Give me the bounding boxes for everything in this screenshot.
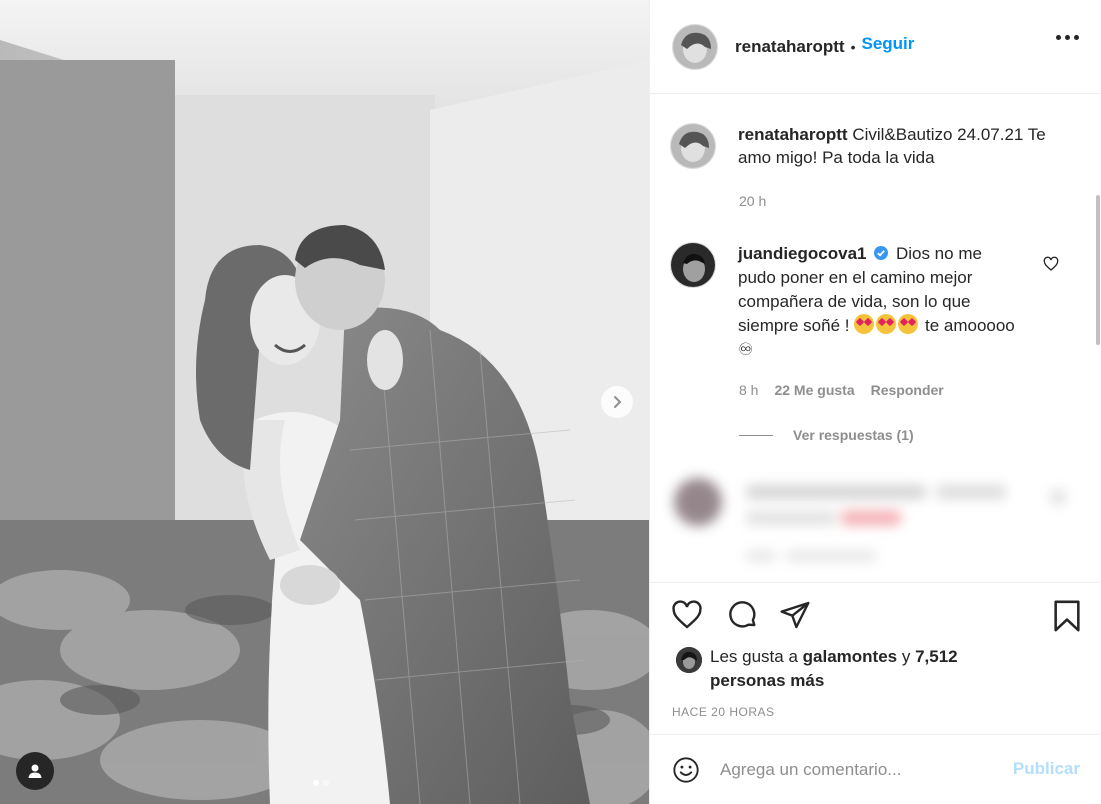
post-photo[interactable]: [0, 0, 649, 804]
comment-text-block: juandiegocova1 Dios no me pudo poner en …: [738, 242, 1018, 362]
heart-eyes-emoji-icon: [854, 314, 875, 334]
caption-avatar[interactable]: [670, 123, 716, 169]
commenter-username[interactable]: juandiegocova1: [738, 244, 866, 263]
carousel-indicator: [313, 780, 329, 786]
post-sidebar: renataharoptt • Seguir renataharoptt Civ…: [649, 0, 1101, 804]
comment-meta: 8 h 22 Me gusta Responder: [739, 382, 944, 398]
likes-prefix: Les gusta a: [710, 647, 798, 666]
comment-likes[interactable]: 22 Me gusta: [774, 382, 854, 398]
emoji-icon[interactable]: [672, 756, 700, 784]
tagged-users-button[interactable]: [16, 752, 54, 790]
follow-button[interactable]: Seguir: [861, 34, 914, 54]
caption-time[interactable]: 20 h: [739, 193, 766, 209]
view-replies-button[interactable]: Ver respuestas (1): [739, 427, 914, 443]
likes-text: Les gusta a galamontes y 7,512 personas …: [710, 645, 970, 693]
separator-dot: •: [850, 38, 856, 55]
add-comment-bar: Publicar: [650, 734, 1101, 804]
comment-like-heart-icon[interactable]: [1043, 256, 1059, 272]
more-icon-dot: [1074, 35, 1079, 40]
bookmark-icon[interactable]: [1050, 599, 1084, 633]
author-avatar[interactable]: [672, 23, 718, 70]
comments-section[interactable]: renataharoptt Civil&Bautizo 24.07.21 Te …: [650, 95, 1101, 582]
wedding-photo-image: [0, 0, 649, 804]
caption: renataharoptt Civil&Bautizo 24.07.21 Te …: [670, 123, 1068, 169]
more-icon: [1056, 35, 1061, 40]
liker-avatar[interactable]: [676, 647, 702, 673]
more-icon-dot: [1065, 35, 1070, 40]
comment-time[interactable]: 8 h: [739, 382, 758, 398]
replies-divider: [739, 434, 773, 436]
view-replies-label: Ver respuestas (1): [793, 427, 914, 443]
author-username[interactable]: renataharoptt: [735, 37, 845, 57]
share-icon[interactable]: [778, 599, 812, 631]
caption-username[interactable]: renataharoptt: [738, 125, 848, 144]
comments-scrollbar[interactable]: [1095, 95, 1101, 582]
post-header: renataharoptt • Seguir: [650, 0, 1101, 94]
comment-input[interactable]: [720, 759, 990, 780]
caption-text-block: renataharoptt Civil&Bautizo 24.07.21 Te …: [738, 123, 1068, 169]
likes-joiner: y: [901, 647, 911, 666]
blurred-comment: [674, 478, 1066, 561]
carousel-dot-active: [313, 780, 319, 786]
more-options-button[interactable]: [1056, 35, 1079, 40]
post-timestamp[interactable]: HACE 20 HORAS: [672, 705, 775, 719]
heart-eyes-emoji-icon: [898, 314, 919, 334]
publish-button[interactable]: Publicar: [1013, 759, 1080, 779]
reply-button[interactable]: Responder: [871, 382, 944, 398]
comment-icon[interactable]: [726, 599, 760, 631]
comment: juandiegocova1 Dios no me pudo poner en …: [670, 242, 1018, 362]
chevron-right-icon: [614, 396, 622, 408]
likes-summary: Les gusta a galamontes y 7,512 personas …: [676, 645, 970, 693]
post-actions: Les gusta a galamontes y 7,512 personas …: [650, 582, 1101, 734]
liker-username[interactable]: galamontes: [803, 647, 897, 666]
heart-eyes-emoji-icon: [876, 314, 897, 334]
verified-icon: [874, 246, 889, 260]
commenter-avatar[interactable]: [670, 242, 716, 288]
scrollbar-thumb[interactable]: [1096, 195, 1100, 345]
user-tag-icon: [28, 764, 42, 778]
like-heart-icon[interactable]: [670, 599, 704, 631]
carousel-dot: [323, 780, 329, 786]
next-photo-button[interactable]: [601, 386, 633, 418]
